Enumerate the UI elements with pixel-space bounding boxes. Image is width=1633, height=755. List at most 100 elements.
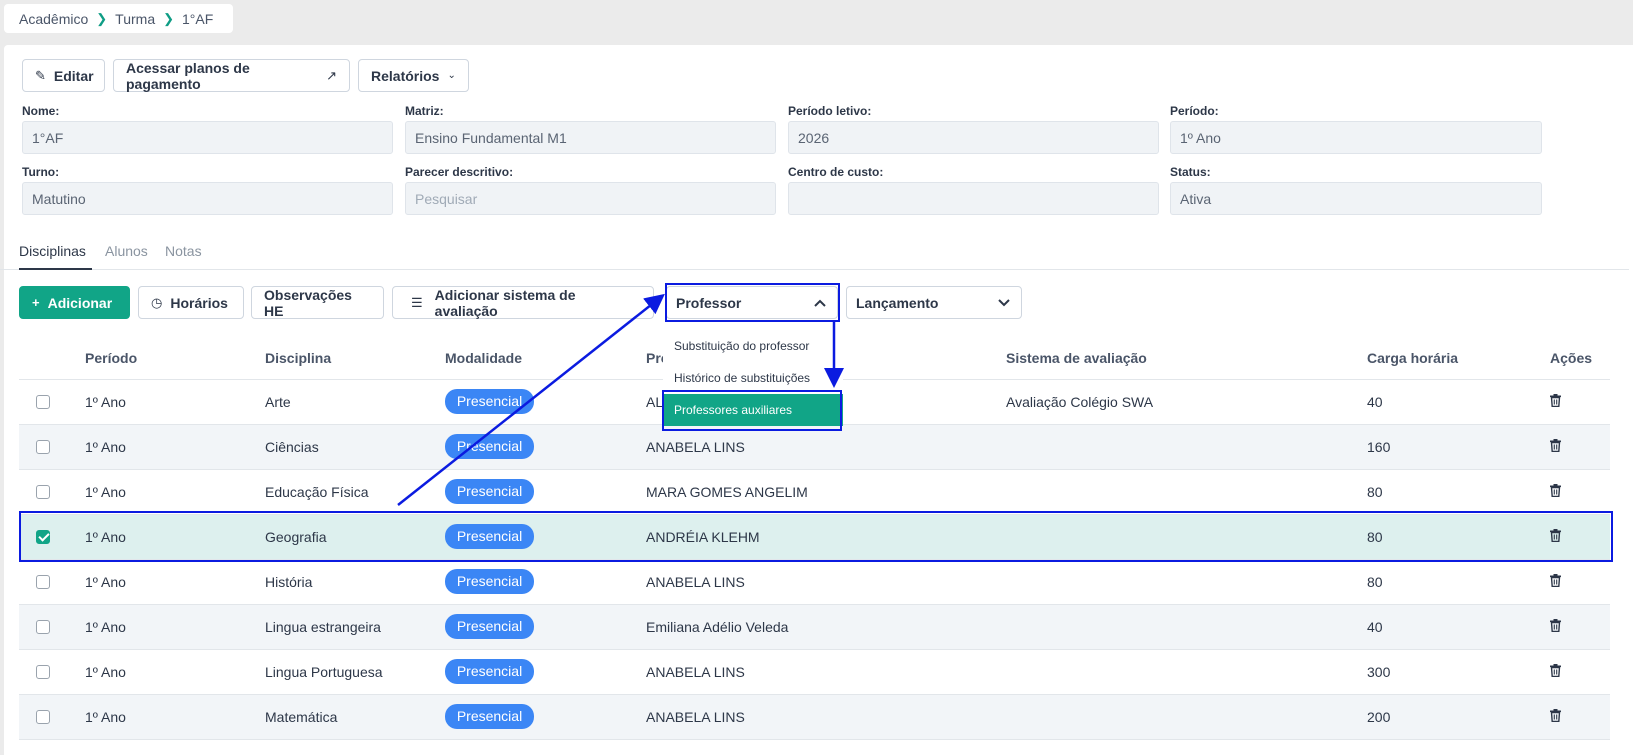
menu-item-substitution-history[interactable]: Histórico de substituições xyxy=(663,362,843,394)
cell-workload: 80 xyxy=(1367,514,1550,560)
cell-period: 1º Ano xyxy=(85,424,265,470)
chevron-down-icon xyxy=(998,298,1010,306)
cell-eval-system xyxy=(1006,514,1367,560)
table-row[interactable]: 1º Ano Ciências Presencial ANABELA LINS 160 xyxy=(19,424,1610,470)
edit-button[interactable]: ✎ Editar xyxy=(22,59,105,92)
cell-workload: 300 xyxy=(1367,649,1550,695)
tab-active-indicator xyxy=(19,268,92,270)
cell-workload: 40 xyxy=(1367,604,1550,650)
notes-he-button[interactable]: Observações HE xyxy=(251,286,384,319)
table-row[interactable]: 1º Ano Matemática Presencial ANABELA LINS 20… xyxy=(19,694,1610,740)
col-period[interactable]: Período xyxy=(85,338,265,380)
professor-dropdown-label: Professor xyxy=(676,294,742,311)
table-row[interactable]: 1º Ano Lingua Portuguesa Presencial ANABELA… xyxy=(19,649,1610,695)
row-checkbox[interactable] xyxy=(36,664,50,679)
modality-badge: Presencial xyxy=(445,704,534,729)
row-checkbox[interactable] xyxy=(36,394,50,409)
modality-badge: Presencial xyxy=(445,434,534,459)
cell-period: 1º Ano xyxy=(85,559,265,605)
cell-eval-system xyxy=(1006,424,1367,470)
field-label-descriptive: Parecer descritivo: xyxy=(405,165,514,179)
breadcrumb-turma[interactable]: Turma xyxy=(115,11,155,27)
breadcrumb-current: 1°AF xyxy=(182,10,214,27)
field-label-cost-center: Centro de custo: xyxy=(788,165,884,179)
schedule-button[interactable]: ◷ Horários xyxy=(138,286,244,319)
cell-workload: 40 xyxy=(1367,379,1550,425)
name-field[interactable]: 1°AF xyxy=(22,121,393,154)
trash-icon[interactable] xyxy=(1550,618,1561,632)
tab-disciplinas[interactable]: Disciplinas xyxy=(19,243,86,259)
trash-icon[interactable] xyxy=(1550,393,1561,407)
table-row[interactable]: 1º Ano História Presencial ANABELA LINS 80 xyxy=(19,559,1610,605)
row-checkbox[interactable] xyxy=(36,709,50,724)
launch-dropdown-label: Lançamento xyxy=(856,294,939,311)
cell-subject: Lingua estrangeira xyxy=(265,604,445,650)
trash-icon[interactable] xyxy=(1550,438,1561,452)
schedule-label: Horários xyxy=(170,294,228,311)
add-button[interactable]: + Adicionar xyxy=(19,286,130,319)
row-checkbox[interactable] xyxy=(36,529,50,544)
col-modality[interactable]: Modalidade xyxy=(445,338,646,380)
col-workload[interactable]: Carga horária xyxy=(1367,338,1550,380)
menu-item-assistant-teachers[interactable]: Professores auxiliares xyxy=(663,394,843,426)
row-checkbox[interactable] xyxy=(36,619,50,634)
cell-period: 1º Ano xyxy=(85,379,265,425)
school-year-field[interactable]: 2026 xyxy=(788,121,1159,154)
modality-badge: Presencial xyxy=(445,659,534,684)
tabs-divider xyxy=(0,269,1629,270)
col-eval-system[interactable]: Sistema de avaliação xyxy=(1006,338,1367,380)
breadcrumb-academico[interactable]: Acadêmico xyxy=(19,11,88,27)
trash-icon[interactable] xyxy=(1550,708,1561,722)
tab-notas[interactable]: Notas xyxy=(165,243,202,259)
cost-center-field[interactable] xyxy=(788,182,1159,215)
row-checkbox[interactable] xyxy=(36,439,50,454)
clock-icon: ◷ xyxy=(151,294,163,310)
cell-subject: Educação Física xyxy=(265,469,445,515)
field-label-shift: Turno: xyxy=(22,165,60,179)
cell-teacher: Emiliana Adélio Veleda xyxy=(646,604,1006,650)
field-label-matrix: Matriz: xyxy=(405,104,444,118)
field-label-period: Período: xyxy=(1170,104,1219,118)
trash-icon[interactable] xyxy=(1550,528,1561,542)
col-subject[interactable]: Disciplina xyxy=(265,338,445,380)
trash-icon[interactable] xyxy=(1550,663,1561,677)
trash-icon[interactable] xyxy=(1550,573,1561,587)
period-field[interactable]: 1º Ano xyxy=(1170,121,1542,154)
launch-dropdown[interactable]: Lançamento xyxy=(846,286,1022,319)
cell-eval-system xyxy=(1006,604,1367,650)
reports-button[interactable]: Relatórios ⌄ xyxy=(358,59,469,92)
add-evaluation-system-button[interactable]: ☰ Adicionar sistema de avaliação xyxy=(392,286,654,319)
table-row[interactable]: 1º Ano Geografia Presencial ANDRÉIA KLEHM 80 xyxy=(19,514,1610,560)
cell-subject: Arte xyxy=(265,379,445,425)
row-checkbox[interactable] xyxy=(36,484,50,499)
table-row[interactable]: 1º Ano Educação Física Presencial MARA GOME… xyxy=(19,469,1610,515)
cell-teacher: ANDRÉIA KLEHM xyxy=(646,514,1006,560)
cell-subject: Matemática xyxy=(265,694,445,740)
notes-he-label: Observações HE xyxy=(264,286,352,319)
cell-teacher: MARA GOMES ANGELIM xyxy=(646,469,1006,515)
cell-workload: 80 xyxy=(1367,469,1550,515)
status-field[interactable]: Ativa xyxy=(1170,182,1542,215)
table-row[interactable]: 1º Ano Lingua estrangeira Presencial Emilia… xyxy=(19,604,1610,650)
cell-subject: História xyxy=(265,559,445,605)
shift-field[interactable]: Matutino xyxy=(22,182,393,215)
add-evaluation-label: Adicionar sistema de avaliação xyxy=(434,286,576,319)
cell-teacher: ANABELA LINS xyxy=(646,559,1006,605)
pencil-icon: ✎ xyxy=(35,67,46,83)
cell-period: 1º Ano xyxy=(85,649,265,695)
payment-plans-button[interactable]: Acessar planos de pagamento ↗ xyxy=(113,59,350,92)
cell-period: 1º Ano xyxy=(85,469,265,515)
chevron-right-icon: ❯ xyxy=(96,10,108,26)
matrix-field[interactable]: Ensino Fundamental M1 xyxy=(405,121,776,154)
tab-alunos[interactable]: Alunos xyxy=(105,243,148,259)
document-icon: ☰ xyxy=(411,294,423,310)
menu-item-teacher-substitution[interactable]: Substituição do professor xyxy=(663,330,843,362)
professor-dropdown[interactable]: Professor xyxy=(666,286,838,319)
field-label-status: Status: xyxy=(1170,165,1211,179)
modality-badge: Presencial xyxy=(445,524,534,549)
payment-plans-label: Acessar planos de pagamento xyxy=(126,59,250,92)
trash-icon[interactable] xyxy=(1550,483,1561,497)
descriptive-search-field[interactable]: Pesquisar xyxy=(405,182,776,215)
professor-menu: Substituição do professor Histórico de s… xyxy=(663,330,843,426)
row-checkbox[interactable] xyxy=(36,574,50,589)
